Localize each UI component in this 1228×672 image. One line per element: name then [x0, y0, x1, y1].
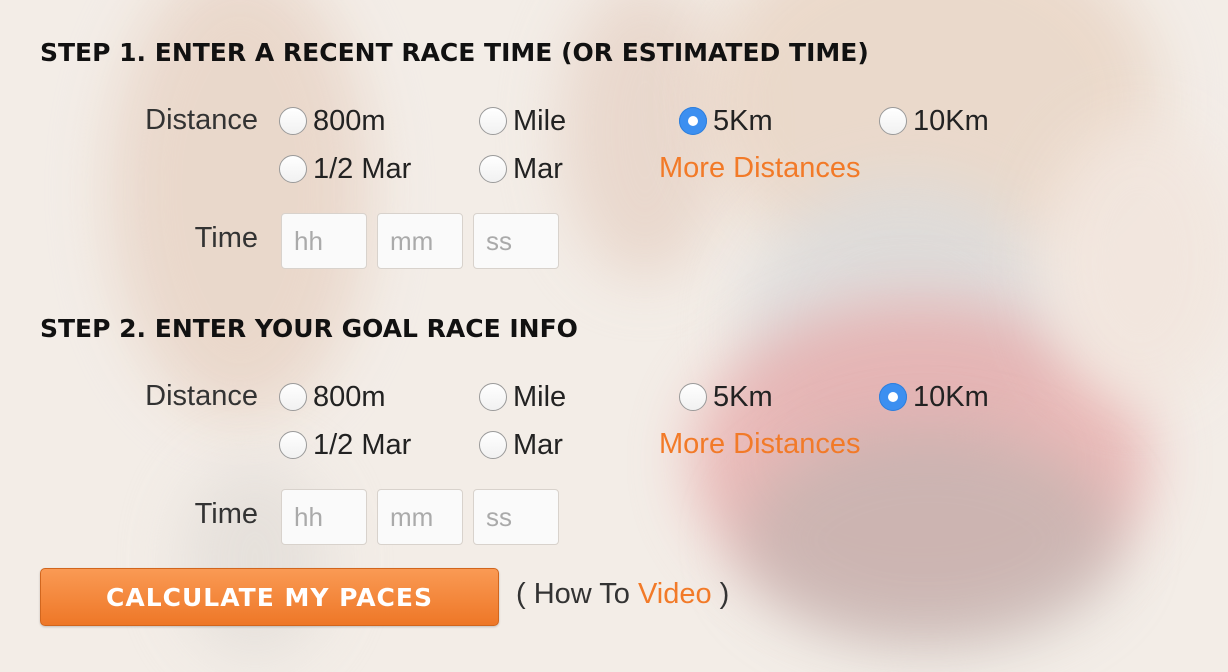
option-label: Mar: [513, 428, 563, 461]
radio-button[interactable]: [479, 431, 507, 459]
option-label: 1/2 Mar: [313, 428, 412, 461]
pace-calculator-form: STEP 1. ENTER A RECENT RACE TIME (OR EST…: [0, 0, 1228, 672]
step2-option-marathon[interactable]: Mar: [479, 427, 563, 463]
how-to-video-note: ( How To Video ): [516, 578, 729, 611]
step2-option-10km[interactable]: 10Km: [879, 379, 989, 415]
radio-button[interactable]: [479, 383, 507, 411]
radio-button[interactable]: [479, 155, 507, 183]
option-label: 5Km: [713, 380, 773, 413]
option-label: Mile: [513, 104, 567, 137]
option-label: 800m: [313, 380, 386, 413]
option-label: Mile: [513, 380, 567, 413]
option-label: 800m: [313, 104, 386, 137]
step2-option-half-marathon[interactable]: 1/2 Mar: [279, 427, 411, 463]
step1-more-distances-link[interactable]: More Distances: [659, 152, 860, 185]
radio-button[interactable]: [879, 107, 907, 135]
option-label: 5Km: [713, 104, 773, 137]
how-to-video-link[interactable]: Video: [638, 578, 712, 610]
step1-option-marathon[interactable]: Mar: [479, 151, 563, 187]
step1-option-half-marathon[interactable]: 1/2 Mar: [279, 151, 411, 187]
radio-button[interactable]: [279, 431, 307, 459]
step1-option-10km[interactable]: 10Km: [879, 103, 989, 139]
step2-time-label: Time: [194, 498, 258, 530]
step1-hours-input[interactable]: [281, 213, 367, 269]
option-label: 10Km: [913, 380, 989, 413]
radio-button[interactable]: [279, 107, 307, 135]
step2-hours-input[interactable]: [281, 489, 367, 545]
option-label: 10Km: [913, 104, 989, 137]
step1-option-800m[interactable]: 800m: [279, 103, 386, 139]
option-label: Mar: [513, 152, 563, 185]
howto-open-text: ( How To: [516, 578, 638, 610]
step2-minutes-input[interactable]: [377, 489, 463, 545]
radio-button[interactable]: [279, 155, 307, 183]
step2-option-800m[interactable]: 800m: [279, 379, 386, 415]
radio-button[interactable]: [679, 383, 707, 411]
step2-option-mile[interactable]: Mile: [479, 379, 566, 415]
step1-option-5km[interactable]: 5Km: [679, 103, 773, 139]
step1-title: STEP 1. ENTER A RECENT RACE TIME (OR EST…: [40, 38, 869, 67]
step1-seconds-input[interactable]: [473, 213, 559, 269]
radio-button[interactable]: [279, 383, 307, 411]
howto-close-text: ): [711, 578, 730, 610]
step1-time-label: Time: [194, 222, 258, 254]
calculate-my-paces-button[interactable]: CALCULATE MY PACES: [40, 568, 499, 626]
step2-more-distances-link[interactable]: More Distances: [659, 428, 860, 461]
step1-option-mile[interactable]: Mile: [479, 103, 566, 139]
step2-option-5km[interactable]: 5Km: [679, 379, 773, 415]
radio-button[interactable]: [479, 107, 507, 135]
radio-button-selected[interactable]: [679, 107, 707, 135]
step2-title: STEP 2. ENTER YOUR GOAL RACE INFO: [40, 314, 578, 343]
radio-button-selected[interactable]: [879, 383, 907, 411]
step1-distance-label: Distance: [145, 104, 258, 136]
step1-minutes-input[interactable]: [377, 213, 463, 269]
step2-distance-label: Distance: [145, 380, 258, 412]
step2-seconds-input[interactable]: [473, 489, 559, 545]
option-label: 1/2 Mar: [313, 152, 412, 185]
